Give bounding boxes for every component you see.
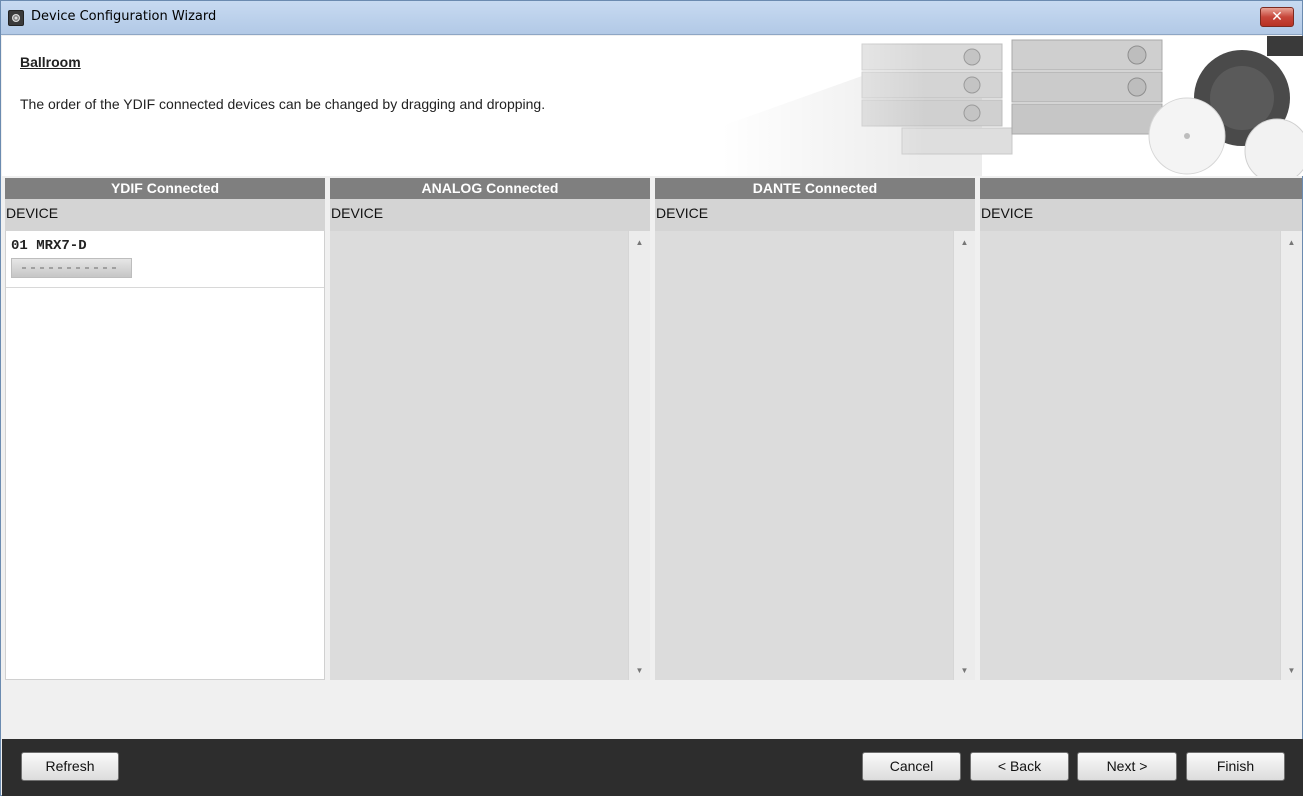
- column-header: ANALOG Connected: [330, 178, 650, 199]
- dante-column: DANTE Connected DEVICE ▲ ▼: [655, 178, 975, 680]
- window-title: Device Configuration Wizard: [31, 9, 217, 24]
- device-list[interactable]: ▲ ▼: [655, 231, 975, 680]
- column-header: YDIF Connected: [5, 178, 325, 199]
- vertical-scrollbar[interactable]: ▲ ▼: [953, 231, 975, 680]
- page-title: Ballroom: [20, 54, 81, 70]
- scroll-down-arrow-icon[interactable]: ▼: [1281, 666, 1302, 675]
- scroll-up-arrow-icon[interactable]: ▲: [954, 238, 975, 247]
- close-icon[interactable]: ✕: [1260, 7, 1294, 27]
- wizard-header: Ballroom The order of the YDIF connected…: [2, 36, 1303, 176]
- equipment-banner-image: [722, 36, 1303, 176]
- refresh-button[interactable]: Refresh: [21, 752, 119, 781]
- cancel-button[interactable]: Cancel: [862, 752, 961, 781]
- column-subheader: DEVICE: [330, 199, 650, 231]
- next-button[interactable]: Next >: [1077, 752, 1177, 781]
- app-icon: [8, 10, 24, 26]
- back-button[interactable]: < Back: [970, 752, 1069, 781]
- scroll-up-arrow-icon[interactable]: ▲: [1281, 238, 1302, 247]
- wizard-window: Device Configuration Wizard ✕ Ballroom T…: [0, 0, 1303, 796]
- instruction-text: The order of the YDIF connected devices …: [20, 96, 546, 112]
- other-column: DEVICE ▲ ▼: [980, 178, 1302, 680]
- column-subheader: DEVICE: [980, 199, 1302, 231]
- device-label: 01 MRX7-D: [11, 238, 87, 254]
- wizard-footer: Refresh Cancel < Back Next > Finish: [2, 739, 1303, 796]
- column-header: [980, 178, 1302, 199]
- finish-button[interactable]: Finish: [1186, 752, 1285, 781]
- analog-column: ANALOG Connected DEVICE ▲ ▼: [330, 178, 650, 680]
- device-list[interactable]: ▲ ▼: [980, 231, 1302, 680]
- scroll-down-arrow-icon[interactable]: ▼: [629, 666, 650, 675]
- title-bar[interactable]: Device Configuration Wizard ✕: [1, 1, 1302, 35]
- scroll-down-arrow-icon[interactable]: ▼: [954, 666, 975, 675]
- scroll-up-arrow-icon[interactable]: ▲: [629, 238, 650, 247]
- device-list[interactable]: 01 MRX7-D: [5, 231, 325, 680]
- column-subheader: DEVICE: [5, 199, 325, 231]
- ydif-column: YDIF Connected DEVICE 01 MRX7-D: [5, 178, 325, 680]
- device-list-item[interactable]: 01 MRX7-D: [6, 231, 324, 288]
- device-list[interactable]: ▲ ▼: [330, 231, 650, 680]
- device-thumbnail: [11, 258, 132, 278]
- connection-columns: YDIF Connected DEVICE 01 MRX7-D ANALOG C…: [5, 178, 1302, 680]
- vertical-scrollbar[interactable]: ▲ ▼: [1280, 231, 1302, 680]
- column-header: DANTE Connected: [655, 178, 975, 199]
- column-subheader: DEVICE: [655, 199, 975, 231]
- vertical-scrollbar[interactable]: ▲ ▼: [628, 231, 650, 680]
